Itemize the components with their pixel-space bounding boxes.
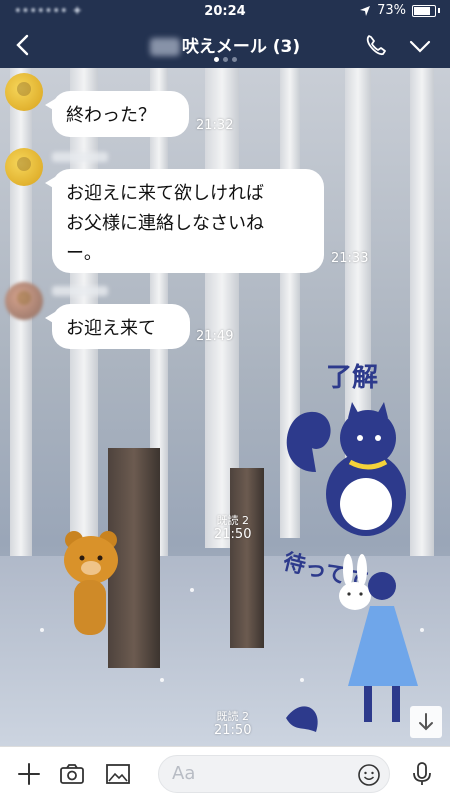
title-blurred-prefix	[149, 38, 180, 56]
message-input-bar: Aa	[0, 746, 450, 800]
microphone-icon[interactable]	[408, 760, 436, 788]
phone-icon[interactable]	[360, 30, 392, 62]
sender-name-blurred	[52, 286, 108, 296]
squirrel-sticker[interactable]: 了解	[270, 354, 430, 544]
sticker-time: 21:50	[214, 527, 252, 542]
message-bubble[interactable]: お迎えに来て欲しければ お父様に連絡しなさいね ー。	[45, 169, 324, 273]
sender-avatar[interactable]	[5, 148, 43, 186]
sticker-read-time: 既読 2 21:50	[214, 514, 251, 542]
plus-icon[interactable]	[15, 760, 43, 788]
chat-title: 吠えメール (3)	[181, 37, 301, 57]
sender-avatar[interactable]	[5, 73, 43, 111]
sticker-time: 21:50	[214, 723, 252, 738]
scroll-down-icon[interactable]	[410, 706, 442, 738]
status-bar: ••••••• ✦ 20:24 73%	[0, 0, 450, 24]
sender-avatar[interactable]	[5, 282, 43, 320]
message-time: 21:49	[196, 329, 234, 344]
message-time: 21:32	[196, 118, 234, 133]
sender-name-blurred	[52, 152, 108, 162]
status-right: 73%	[359, 3, 440, 18]
message-input[interactable]: Aa	[158, 755, 390, 793]
page-dot	[222, 57, 228, 62]
chat-area[interactable]: 終わった？ 21:32 お迎えに来て欲しければ お父様に連絡しなさいね ー。 2…	[0, 68, 450, 746]
sticker-caption: 了解	[326, 363, 378, 393]
message-bubble[interactable]: お迎え来て	[45, 304, 190, 349]
location-icon	[360, 5, 371, 16]
background-tree-trunk	[230, 468, 264, 648]
snowflake	[40, 628, 44, 632]
chevron-down-icon[interactable]	[404, 30, 436, 62]
message-bubble[interactable]: 終わった？	[45, 91, 189, 137]
read-receipt: 既読 2	[216, 710, 249, 723]
read-receipt: 既読 2	[216, 514, 249, 527]
battery-icon	[412, 4, 436, 17]
battery-percent: 73%	[377, 3, 406, 18]
snowflake	[190, 588, 194, 592]
snowflake	[160, 678, 164, 682]
camera-icon[interactable]	[58, 760, 86, 788]
chat-header: 吠えメール (3)	[0, 24, 450, 68]
emoji-icon[interactable]	[357, 763, 381, 787]
page-dot	[213, 57, 219, 62]
input-placeholder: Aa	[172, 763, 196, 784]
message-time: 21:33	[331, 251, 369, 266]
sticker-read-time: 既読 2 21:50	[214, 710, 251, 738]
page-dot	[231, 57, 237, 62]
bear-character-illustration	[64, 531, 118, 635]
image-icon[interactable]	[104, 760, 132, 788]
chat-screen: ••••••• ✦ 20:24 73% 吠えメール (3) 終わった？ 21:3…	[0, 0, 450, 800]
battery-nub	[438, 8, 440, 13]
